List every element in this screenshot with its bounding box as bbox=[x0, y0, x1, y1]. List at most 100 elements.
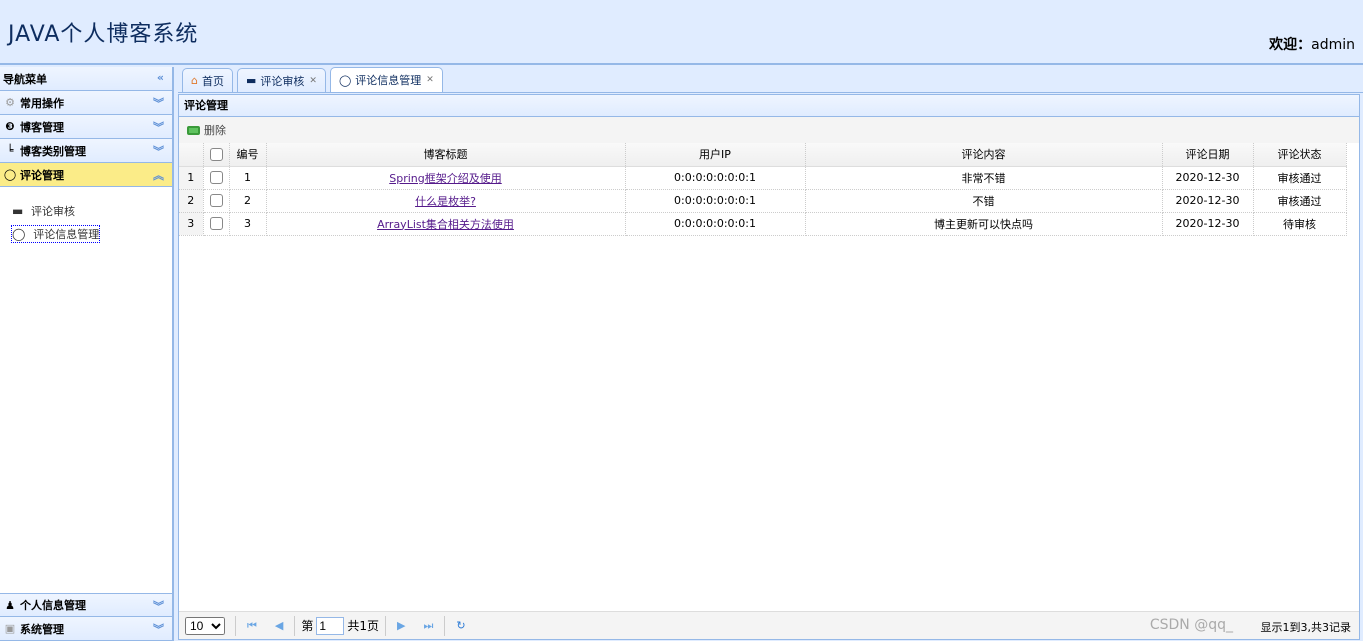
col-date[interactable]: 评论日期 bbox=[1162, 143, 1254, 167]
nav-title: 导航菜单 « bbox=[0, 67, 172, 91]
comment-icon: ◯ bbox=[3, 168, 17, 181]
nav-sidebar: 导航菜单 « ⚙ 常用操作 ︾ ❸ 博客管理 ︾ ╘ 博客类别管理 ︾ ◯ 评论管理 ︽ ▬ 评论审… bbox=[0, 67, 174, 641]
delete-button[interactable]: 删除 bbox=[187, 122, 226, 138]
row-number: 3 bbox=[179, 212, 204, 236]
sub-item-comment-info[interactable]: ◯ 评论信息管理 bbox=[10, 222, 172, 245]
chevron-down-icon: ︾ bbox=[153, 97, 164, 110]
app-title: JAVA个人博客系统 bbox=[8, 22, 199, 47]
row-select bbox=[203, 212, 230, 236]
review-icon: ▬ bbox=[12, 203, 24, 218]
table-row[interactable]: 2 2 什么是枚举? 0:0:0:0:0:0:0:1 不错 2020-12-30… bbox=[179, 189, 1347, 213]
nav-group-profile[interactable]: ♟ 个人信息管理 ︾ bbox=[0, 593, 172, 617]
cell-content: 非常不错 bbox=[805, 166, 1163, 190]
header: JAVA个人博客系统 欢迎：admin bbox=[0, 0, 1363, 65]
page-total: 共1页 bbox=[347, 619, 380, 633]
nav-group-blog[interactable]: ❸ 博客管理 ︾ bbox=[0, 115, 172, 139]
row-select bbox=[203, 189, 230, 213]
user-icon: ♟ bbox=[5, 598, 15, 612]
blog-title-link[interactable]: Spring框架介绍及使用 bbox=[389, 172, 502, 185]
comment-panel: 评论管理 删除 编号 博客标题 用户IP 评论内容 评论日期 评论状态 1 1 … bbox=[178, 94, 1360, 640]
comment-grid: 编号 博客标题 用户IP 评论内容 评论日期 评论状态 1 1 Spring框架… bbox=[179, 143, 1347, 236]
select-all-header bbox=[203, 143, 230, 167]
username: admin bbox=[1311, 37, 1355, 53]
cell-ip: 0:0:0:0:0:0:0:1 bbox=[625, 166, 806, 190]
tree-icon: ╘ bbox=[6, 144, 14, 157]
collapse-left-icon[interactable]: « bbox=[157, 71, 164, 84]
group-label: 常用操作 bbox=[20, 96, 64, 110]
row-checkbox[interactable] bbox=[209, 171, 223, 185]
cell-date: 2020-12-30 bbox=[1162, 189, 1254, 213]
row-select bbox=[203, 166, 230, 190]
prev-page-icon[interactable]: ◀ bbox=[275, 619, 283, 632]
cell-title: ArrayList集合相关方法使用 bbox=[266, 212, 626, 236]
blog-title-link[interactable]: 什么是枚举? bbox=[415, 195, 476, 208]
cell-title: Spring框架介绍及使用 bbox=[266, 166, 626, 190]
nav-group-category[interactable]: ╘ 博客类别管理 ︾ bbox=[0, 139, 172, 163]
page-number-input[interactable] bbox=[316, 616, 345, 635]
select-all-checkbox[interactable] bbox=[209, 148, 223, 161]
group-label: 博客类别管理 bbox=[20, 144, 86, 158]
cell-status: 待审核 bbox=[1253, 212, 1347, 236]
pager: 10 ⏮ ◀ 第 共1页 ▶ ⏭ ↻ 显示1到3,共3记录 bbox=[179, 611, 1359, 639]
cell-content: 博主更新可以快点吗 bbox=[805, 212, 1163, 236]
chevron-down-icon: ︾ bbox=[153, 600, 164, 613]
sub-item-review[interactable]: ▬ 评论审核 bbox=[12, 199, 172, 222]
tab-label: 评论信息管理 bbox=[355, 74, 422, 87]
cell-ip: 0:0:0:0:0:0:0:1 bbox=[625, 212, 806, 236]
row-number: 2 bbox=[179, 189, 204, 213]
cell-id: 1 bbox=[229, 166, 267, 190]
col-id[interactable]: 编号 bbox=[229, 143, 267, 167]
page-size-select[interactable]: 10 bbox=[185, 616, 225, 635]
welcome: 欢迎：admin bbox=[1269, 34, 1355, 54]
comment-icon: ◯ bbox=[338, 73, 352, 87]
group-label: 个人信息管理 bbox=[20, 599, 86, 612]
nav-group-common[interactable]: ⚙ 常用操作 ︾ bbox=[0, 91, 172, 115]
last-page-icon[interactable]: ⏭ bbox=[424, 619, 434, 633]
page-prefix: 第 bbox=[301, 619, 314, 633]
grid-header: 编号 博客标题 用户IP 评论内容 评论日期 评论状态 bbox=[179, 143, 1347, 167]
refresh-icon[interactable]: ↻ bbox=[456, 619, 465, 632]
close-icon[interactable]: ✕ bbox=[426, 75, 434, 85]
row-checkbox[interactable] bbox=[209, 217, 223, 231]
main-area: ⌂ 首页 ▬ 评论审核 ✕ ◯ 评论信息管理 ✕ 评论管理 删除 编号 博客标题 用户IP… bbox=[178, 67, 1363, 641]
chevron-down-icon: ︾ bbox=[153, 623, 164, 636]
first-page-icon[interactable]: ⏮ bbox=[247, 619, 257, 633]
chevron-down-icon: ︾ bbox=[153, 145, 164, 158]
comment-icon: ◯ bbox=[12, 226, 30, 241]
nav-group-system[interactable]: ▣ 系统管理 ︾ bbox=[0, 617, 172, 641]
cell-content: 不错 bbox=[805, 189, 1163, 213]
next-page-icon[interactable]: ▶ bbox=[397, 619, 405, 632]
row-number: 1 bbox=[179, 166, 204, 190]
blog-title-link[interactable]: ArrayList集合相关方法使用 bbox=[377, 218, 514, 231]
tab-home[interactable]: ⌂ 首页 bbox=[182, 68, 233, 92]
nav-title-text: 导航菜单 bbox=[3, 72, 47, 86]
close-icon[interactable]: ✕ bbox=[309, 76, 317, 86]
chevron-down-icon: ︾ bbox=[153, 121, 164, 134]
nav-group-comment[interactable]: ◯ 评论管理 ︽ bbox=[0, 163, 172, 187]
pager-info: 显示1到3,共3记录 bbox=[1260, 621, 1352, 634]
cell-ip: 0:0:0:0:0:0:0:1 bbox=[625, 189, 806, 213]
cell-status: 审核通过 bbox=[1253, 166, 1347, 190]
col-status[interactable]: 评论状态 bbox=[1253, 143, 1347, 167]
chevron-up-icon: ︽ bbox=[153, 169, 164, 182]
cell-id: 2 bbox=[229, 189, 267, 213]
welcome-label: 欢迎： bbox=[1269, 37, 1312, 53]
group-label: 评论管理 bbox=[20, 168, 64, 182]
col-title[interactable]: 博客标题 bbox=[266, 143, 626, 167]
cell-date: 2020-12-30 bbox=[1162, 166, 1254, 190]
cell-date: 2020-12-30 bbox=[1162, 212, 1254, 236]
row-checkbox[interactable] bbox=[209, 194, 223, 208]
sub-label: 评论信息管理 bbox=[33, 227, 100, 241]
cell-status: 审核通过 bbox=[1253, 189, 1347, 213]
home-icon: ⌂ bbox=[191, 74, 198, 87]
tab-comment-info[interactable]: ◯ 评论信息管理 ✕ bbox=[329, 67, 443, 92]
system-icon: ▣ bbox=[4, 622, 16, 635]
blog-icon: ❸ bbox=[5, 120, 15, 133]
tab-label: 评论审核 bbox=[260, 74, 305, 88]
col-content[interactable]: 评论内容 bbox=[805, 143, 1163, 167]
table-row[interactable]: 3 3 ArrayList集合相关方法使用 0:0:0:0:0:0:0:1 博主… bbox=[179, 212, 1347, 236]
tab-review[interactable]: ▬ 评论审核 ✕ bbox=[236, 68, 326, 92]
col-ip[interactable]: 用户IP bbox=[625, 143, 806, 167]
rownum-header bbox=[179, 143, 204, 167]
table-row[interactable]: 1 1 Spring框架介绍及使用 0:0:0:0:0:0:0:1 非常不错 2… bbox=[179, 166, 1347, 190]
